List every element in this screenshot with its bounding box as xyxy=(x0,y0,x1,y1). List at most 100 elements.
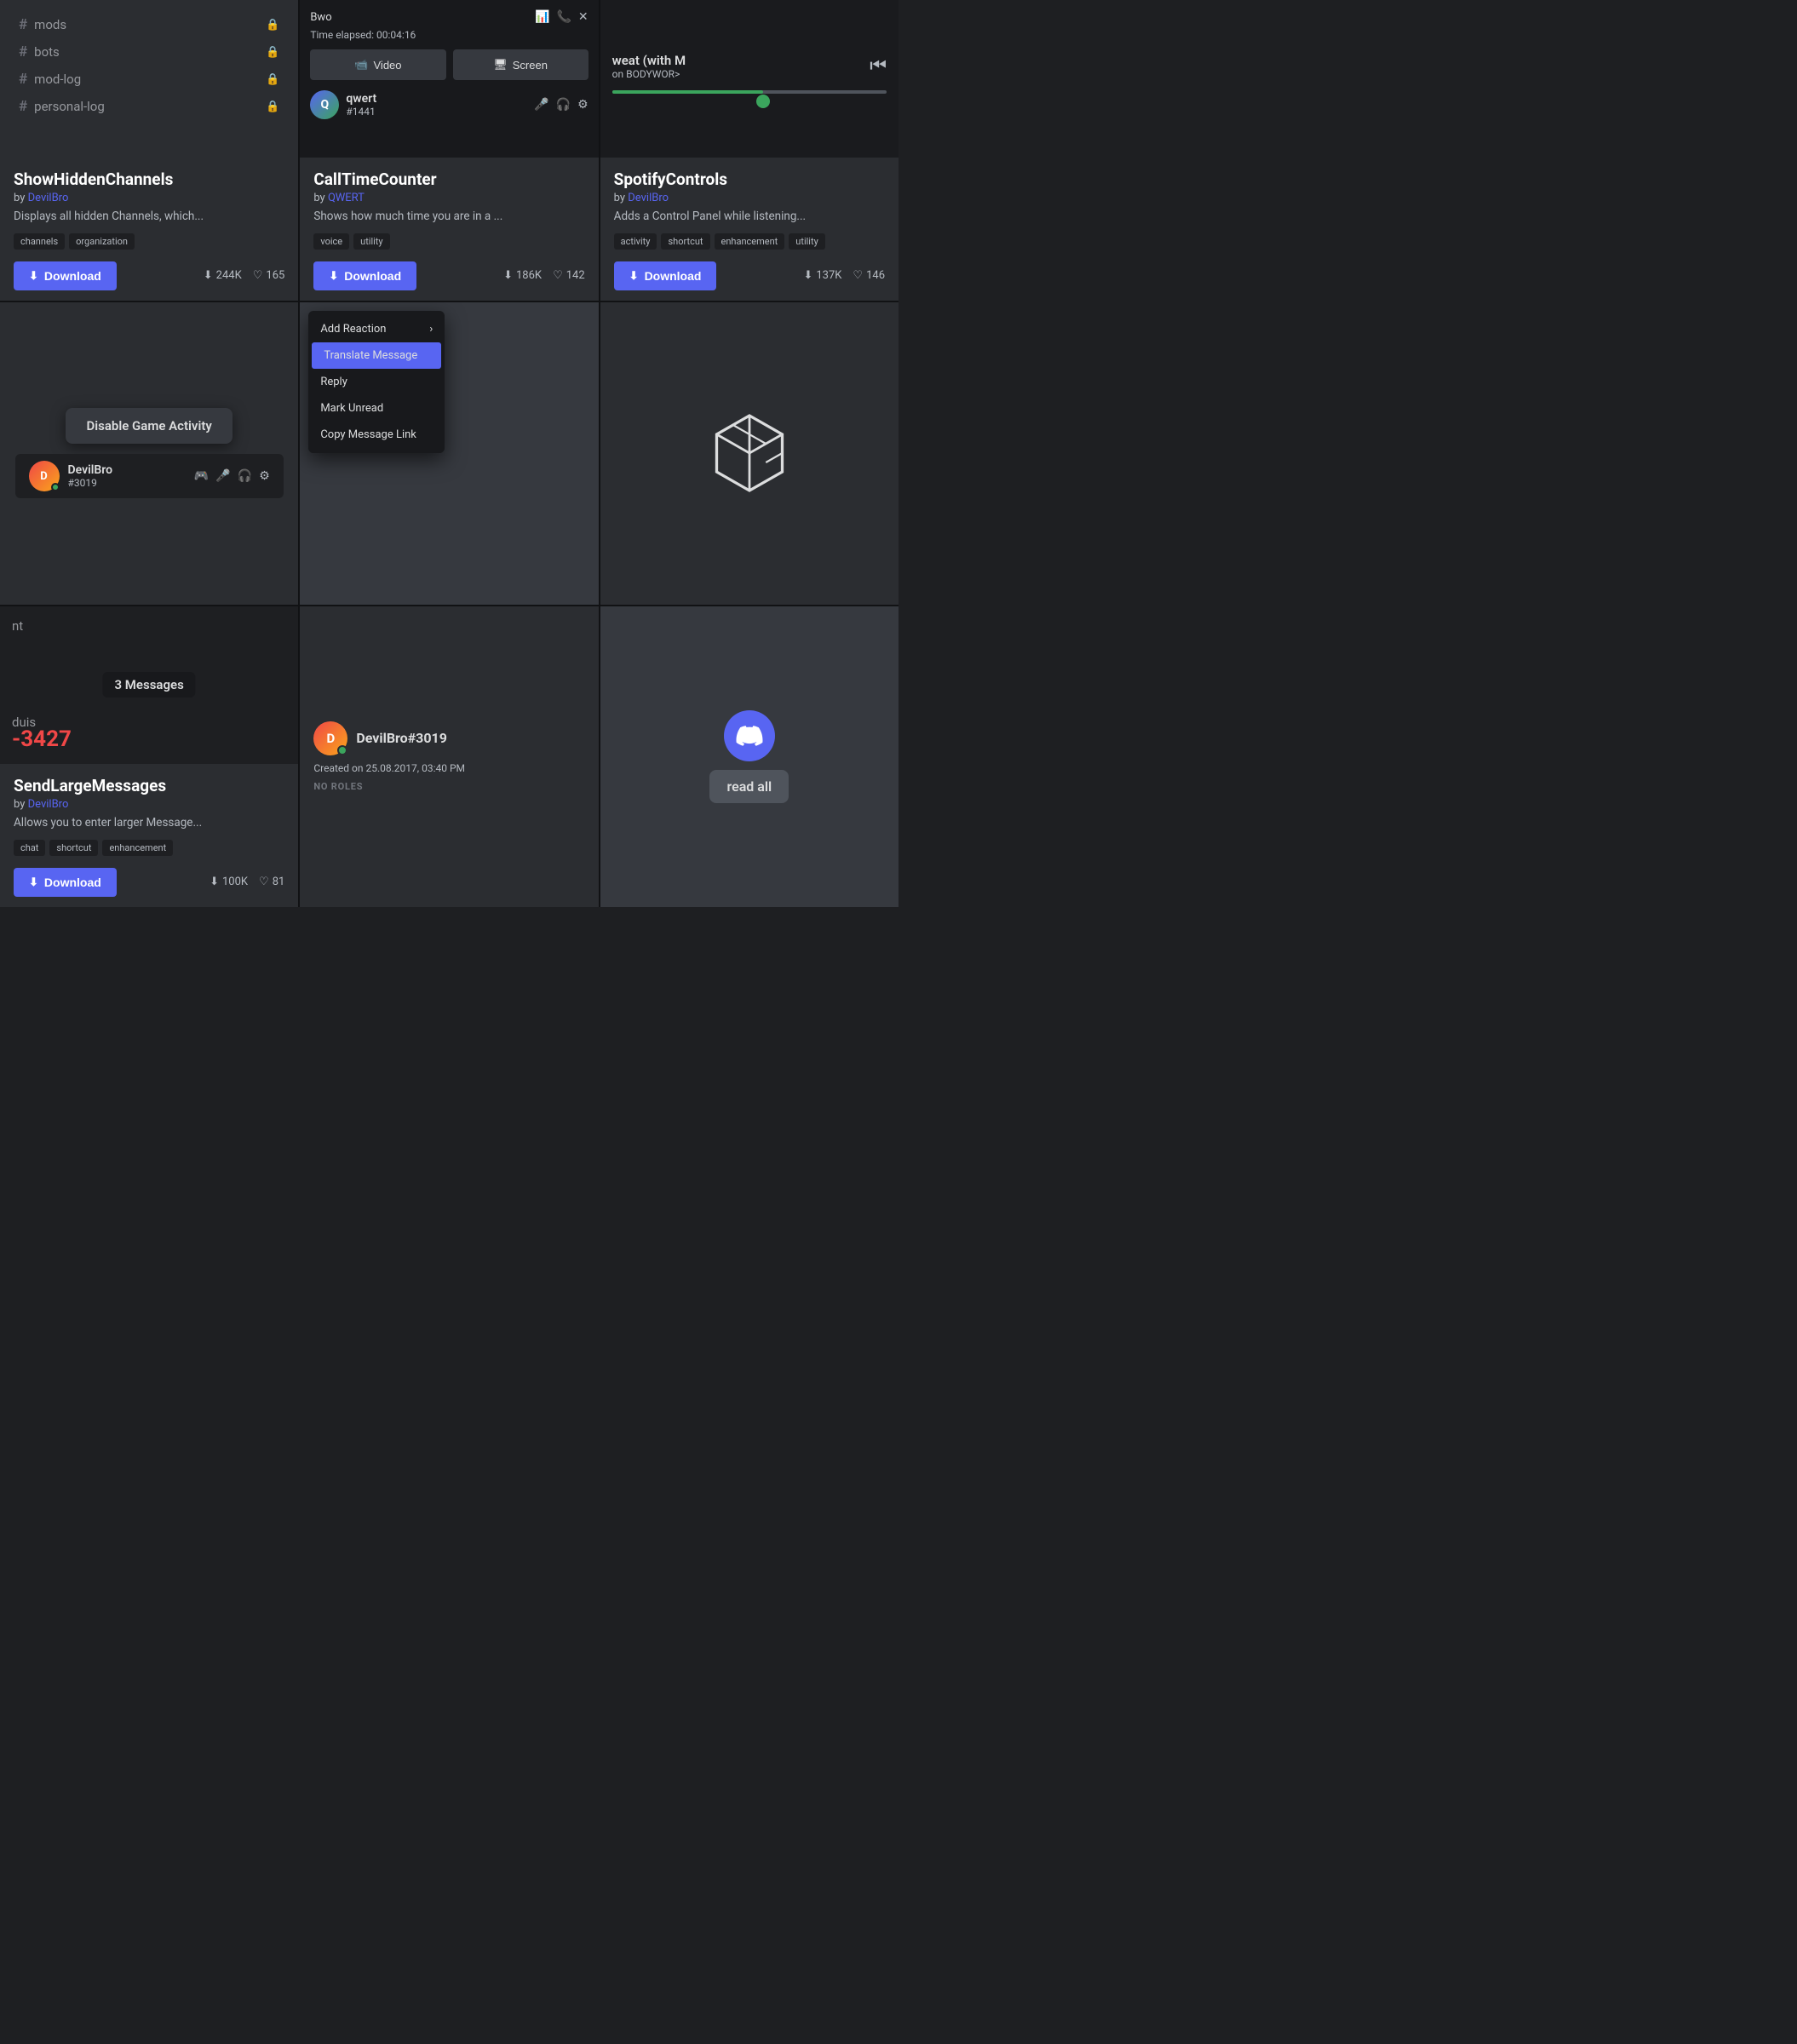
card-game-activity-toggle: Disable Game Activity D DevilBro #3019 🎮… xyxy=(0,302,298,605)
card-tags: voice utility xyxy=(313,233,584,250)
card-send-large-messages: nt 3 Messages duis -3427 SendLargeMessag… xyxy=(0,606,298,907)
like-count: ♡ 165 xyxy=(253,269,285,282)
card-tags: channels organization xyxy=(14,233,284,250)
card-author: by DevilBro xyxy=(14,192,284,204)
close-icon: ✕ xyxy=(578,10,588,24)
download-button[interactable]: ⬇ Download xyxy=(14,261,117,290)
tag: utility xyxy=(789,233,825,250)
ctx-translate[interactable]: Translate Message xyxy=(312,342,441,369)
download-icon: ⬇ xyxy=(629,269,639,283)
tag: channels xyxy=(14,233,65,250)
card-read-all-notifications: read all ReadAllNotificationsB... by Dev… xyxy=(600,606,898,907)
download-icon: ⬇ xyxy=(29,876,38,889)
download-stat-icon: ⬇ xyxy=(210,876,219,888)
download-count: ⬇ 244K xyxy=(204,269,242,282)
ctx-add-reaction: Add Reaction › xyxy=(308,316,445,342)
tag: organization xyxy=(69,233,135,250)
card-title: SpotifyControls xyxy=(614,169,885,189)
download-stat-icon: ⬇ xyxy=(503,269,513,282)
lock-icon: 🔒 xyxy=(266,19,279,32)
ctx-reply[interactable]: Reply xyxy=(308,369,445,395)
mic-icon: 🎤 xyxy=(215,469,230,483)
download-count: ⬇ 137K xyxy=(803,269,841,282)
lock-icon: 🔒 xyxy=(266,73,279,86)
card-preview-gat: Disable Game Activity D DevilBro #3019 🎮… xyxy=(0,302,298,605)
download-stat-icon: ⬇ xyxy=(204,269,213,282)
card-preview-shc: # mods 🔒 # bots 🔒 # mod-log 🔒 xyxy=(0,0,298,158)
user-avatar: D xyxy=(29,461,60,491)
card-title: CallTimeCounter xyxy=(313,169,584,189)
tag: activity xyxy=(614,233,657,250)
status-indicator xyxy=(337,745,347,755)
card-footer: ⬇ Download ⬇ 137K ♡ 146 xyxy=(614,261,885,290)
channel-mods: # mods 🔒 xyxy=(12,12,286,37)
card-body: CallTimeCounter by QWERT Shows how much … xyxy=(300,158,598,301)
download-button[interactable]: ⬇ Download xyxy=(14,868,117,897)
status-indicator xyxy=(51,483,60,491)
headphone-icon: 🎧 xyxy=(556,98,571,112)
download-button[interactable]: ⬇ Download xyxy=(313,261,416,290)
heart-icon: ♡ xyxy=(253,269,263,282)
tag: utility xyxy=(353,233,390,250)
tag: enhancement xyxy=(102,840,173,856)
download-button[interactable]: ⬇ Download xyxy=(614,261,717,290)
card-desc: Adds a Control Panel while listening... xyxy=(614,209,885,225)
card-footer: ⬇ Download ⬇ 186K ♡ 142 xyxy=(313,261,584,290)
slm-count: -3427 xyxy=(12,726,72,752)
card-author: by QWERT xyxy=(313,192,584,204)
screen-button[interactable]: 🖥 Screen xyxy=(453,49,588,80)
card-author: by DevilBro xyxy=(14,798,284,811)
read-all-bubble: read all xyxy=(709,770,789,803)
gat-popup: Disable Game Activity xyxy=(66,408,232,444)
slm-label: 3 Messages xyxy=(103,672,196,698)
lock-icon: 🔒 xyxy=(266,100,279,113)
tag: voice xyxy=(313,233,349,250)
heart-icon: ♡ xyxy=(553,269,563,282)
waveform-icon: 📊 xyxy=(535,10,549,24)
download-icon: ⬇ xyxy=(29,269,38,283)
tag: chat xyxy=(14,840,45,856)
card-desc: Displays all hidden Channels, which... xyxy=(14,209,284,225)
card-call-time-counter: Bwo 📊 📞 ✕ Time elapsed: 00:04:16 📹 Video… xyxy=(300,0,598,301)
settings-icon: ⚙ xyxy=(577,98,588,112)
card-preview-cd: D DevilBro#3019 Created on 25.08.2017, 0… xyxy=(300,606,598,907)
download-stat-icon: ⬇ xyxy=(803,269,812,282)
context-menu: Add Reaction › Translate Message Reply M… xyxy=(308,311,445,453)
card-stats: ⬇ 100K ♡ 81 xyxy=(210,876,284,888)
channel-mod-log: # mod-log 🔒 xyxy=(12,66,286,92)
card-footer: ⬇ Download ⬇ 100K ♡ 81 xyxy=(14,868,284,897)
card-tags: activity shortcut enhancement utility xyxy=(614,233,885,250)
card-stats: ⬇ 186K ♡ 142 xyxy=(503,269,585,282)
settings-icon: ⚙ xyxy=(259,469,270,483)
card-desc: Allows you to enter larger Message... xyxy=(14,815,284,831)
card-body: SpotifyControls by DevilBro Adds a Contr… xyxy=(600,158,898,301)
card-body: SendLargeMessages by DevilBro Allows you… xyxy=(0,764,298,907)
card-creation-date: D DevilBro#3019 Created on 25.08.2017, 0… xyxy=(300,606,598,907)
channel-bots: # bots 🔒 xyxy=(12,39,286,65)
game-icon: 🎮 xyxy=(194,469,209,483)
card-show-hidden-channels: # mods 🔒 # bots 🔒 # mod-log 🔒 xyxy=(0,0,298,301)
card-spotify-controls: weat (with M on BODYWOR> ⏮ SpotifyContro… xyxy=(600,0,898,301)
ctx-copy-message-link[interactable]: Copy Message Link xyxy=(308,422,445,448)
card-preview-ctc: Bwo 📊 📞 ✕ Time elapsed: 00:04:16 📹 Video… xyxy=(300,0,598,158)
like-count: ♡ 81 xyxy=(259,876,284,888)
card-preview-fe xyxy=(600,302,898,605)
card-preview-spotify: weat (with M on BODYWOR> ⏮ xyxy=(600,0,898,158)
card-google-translate-option: Add Reaction › Translate Message Reply M… xyxy=(300,302,598,605)
ctx-mark-unread[interactable]: Mark Unread xyxy=(308,395,445,422)
box-icon xyxy=(703,406,796,500)
card-desc: Shows how much time you are in a ... xyxy=(313,209,584,225)
lock-icon: 🔒 xyxy=(266,46,279,59)
download-icon: ⬇ xyxy=(329,269,338,283)
heart-icon: ♡ xyxy=(853,269,863,282)
tag: shortcut xyxy=(661,233,709,250)
card-stats: ⬇ 244K ♡ 165 xyxy=(204,269,285,282)
user-avatar: D xyxy=(313,721,347,755)
card-title: SendLargeMessages xyxy=(14,776,284,795)
card-preview-gto: Add Reaction › Translate Message Reply M… xyxy=(300,302,598,605)
tag: enhancement xyxy=(715,233,785,250)
video-button[interactable]: 📹 Video xyxy=(310,49,445,80)
card-preview-slm: nt 3 Messages duis -3427 xyxy=(0,606,298,764)
card-footer: ⬇ Download ⬇ 244K ♡ 165 xyxy=(14,261,284,290)
like-count: ♡ 146 xyxy=(853,269,885,282)
